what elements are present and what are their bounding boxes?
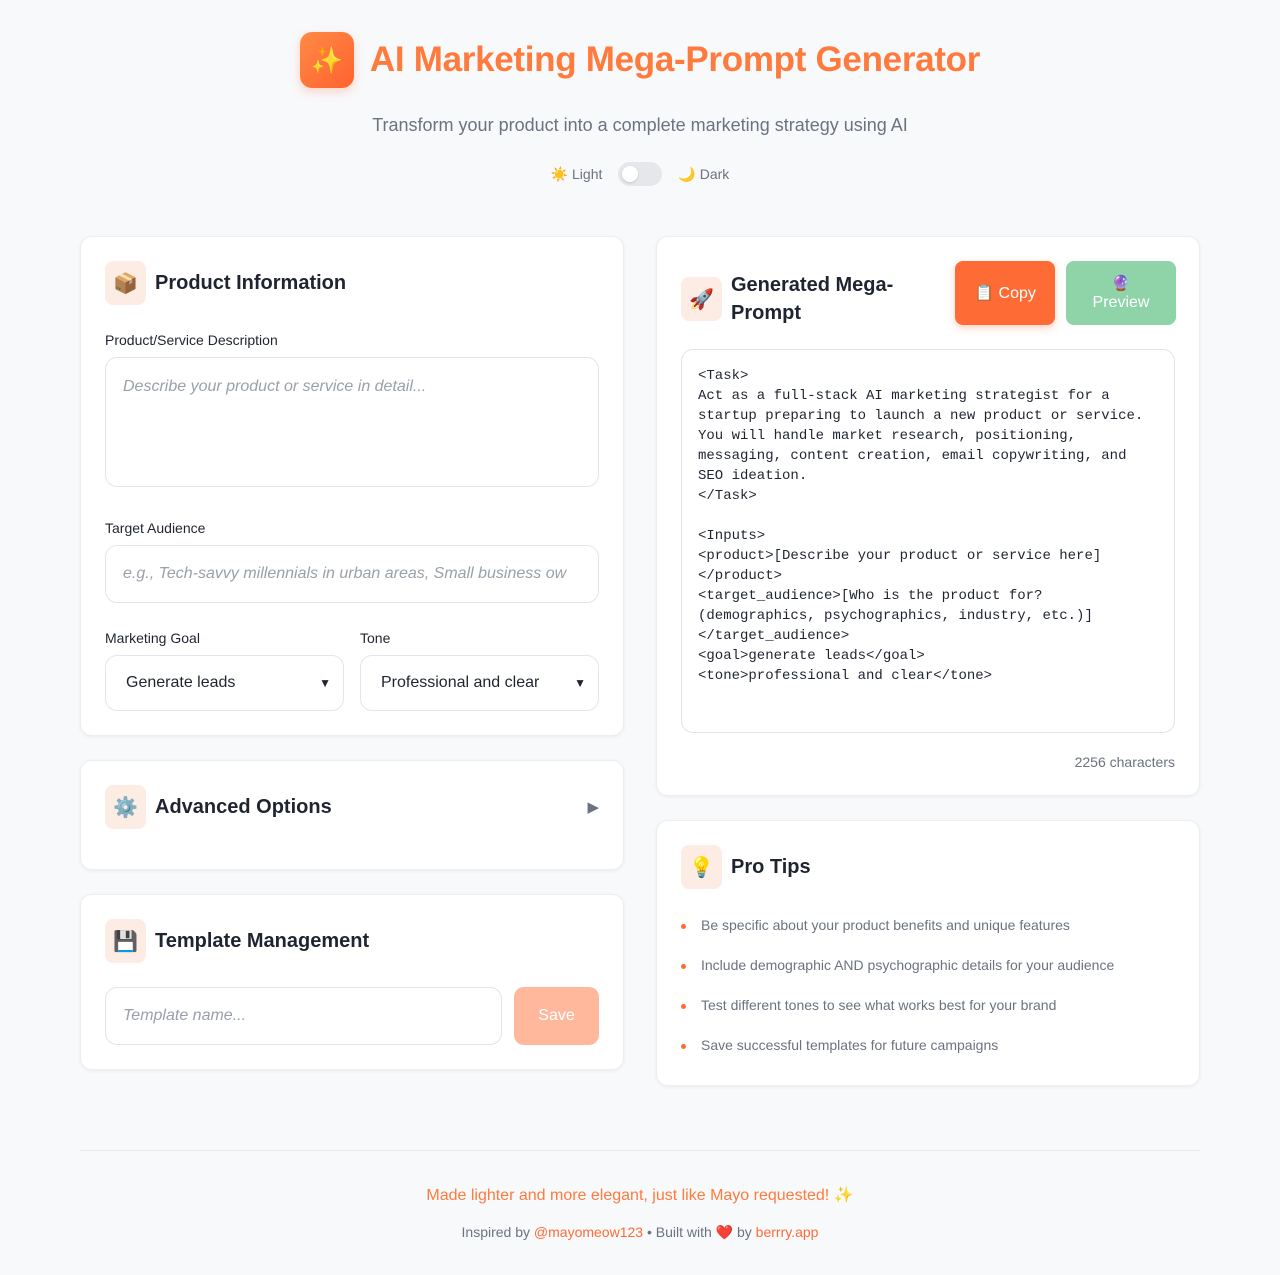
preview-label: Preview — [1092, 294, 1150, 311]
goal-label: Marketing Goal — [105, 630, 200, 646]
light-mode-label: ☀️ Light — [550, 165, 603, 182]
footer-divider — [80, 1150, 1200, 1151]
character-count: 2256 characters — [1074, 754, 1175, 770]
bullet-icon — [681, 1044, 686, 1049]
heart-icon: ❤️ — [715, 1224, 734, 1240]
save-template-button[interactable]: Save — [514, 987, 599, 1045]
template-name-placeholder: Template name... — [123, 1007, 247, 1024]
dark-mode-label: 🌙 Dark — [678, 165, 730, 182]
list-item: Include demographic AND psychographic de… — [681, 957, 1175, 997]
product-information-card: 📦 Product Information Product/Service De… — [80, 236, 624, 736]
bullet-icon — [681, 1004, 686, 1009]
tone-select[interactable]: Professional and clear ▼ — [360, 655, 599, 711]
list-item: Save successful templates for future cam… — [681, 1037, 1175, 1077]
generated-prompt-title: Generated Mega-Prompt — [731, 274, 894, 324]
page-header: ✨ AI Marketing Mega-Prompt Generator Tra… — [0, 0, 1280, 186]
product-information-title: Product Information — [155, 271, 347, 294]
audience-placeholder: e.g., Tech-savvy millennials in urban ar… — [123, 565, 567, 582]
bullet-icon — [681, 964, 686, 969]
chevron-down-icon: ▼ — [319, 676, 331, 690]
copy-button[interactable]: 📋 Copy — [955, 261, 1055, 325]
footer-credits: Inspired by @mayomeow123 • Built with ❤️… — [0, 1224, 1280, 1241]
template-management-card: 💾 Template Management Template name... S… — [80, 894, 624, 1070]
advanced-options-title: Advanced Options — [155, 795, 332, 818]
footer-site-link[interactable]: berrry.app — [756, 1224, 819, 1240]
crystal-ball-icon: 🔮 — [1111, 275, 1131, 292]
theme-toggle[interactable] — [618, 162, 663, 186]
footer-message: Made lighter and more elegant, just like… — [426, 1187, 854, 1204]
tip-text: Include demographic AND psychographic de… — [701, 957, 1115, 973]
pro-tips-title: Pro Tips — [731, 855, 811, 878]
footer-by-text: by — [736, 1224, 752, 1240]
theme-switcher: ☀️ Light 🌙 Dark — [0, 162, 1280, 186]
generated-prompt-output[interactable]: <Task> Act as a full-stack AI marketing … — [681, 349, 1175, 733]
footer-built-text: • Built with — [646, 1224, 712, 1240]
floppy-disk-icon: 💾 — [105, 919, 146, 963]
tone-label: Tone — [360, 630, 391, 646]
goal-value: Generate leads — [126, 674, 236, 691]
list-item: Test different tones to see what works b… — [681, 997, 1175, 1037]
footer-inspired-text: Inspired by — [461, 1224, 531, 1240]
tips-list: Be specific about your product benefits … — [681, 917, 1175, 1077]
description-textarea[interactable]: Describe your product or service in deta… — [105, 357, 599, 487]
gear-icon: ⚙️ — [105, 785, 146, 829]
description-label: Product/Service Description — [105, 332, 278, 348]
toggle-knob — [622, 166, 639, 182]
goal-select[interactable]: Generate leads ▼ — [105, 655, 344, 711]
generated-prompt-card: 🚀 Generated Mega-Prompt 📋 Copy 🔮 Preview… — [656, 236, 1200, 796]
template-name-input[interactable]: Template name... — [105, 987, 502, 1045]
lightbulb-icon: 💡 — [681, 845, 722, 889]
package-icon: 📦 — [105, 261, 146, 305]
page-subtitle: Transform your product into a complete m… — [372, 115, 908, 135]
footer-handle-link[interactable]: @mayomeow123 — [534, 1224, 643, 1240]
description-placeholder: Describe your product or service in deta… — [123, 378, 427, 395]
page-title: AI Marketing Mega-Prompt Generator — [369, 40, 981, 79]
list-item: Be specific about your product benefits … — [681, 917, 1175, 957]
tip-text: Test different tones to see what works b… — [701, 997, 1057, 1013]
rocket-icon: 🚀 — [681, 277, 722, 321]
tip-text: Be specific about your product benefits … — [701, 917, 1070, 933]
advanced-options-card[interactable]: ⚙️ Advanced Options ▶ — [80, 760, 624, 870]
preview-button[interactable]: 🔮 Preview — [1066, 261, 1176, 325]
bullet-icon — [681, 924, 686, 929]
tone-value: Professional and clear — [381, 674, 540, 691]
template-management-title: Template Management — [155, 929, 370, 952]
audience-label: Target Audience — [105, 520, 206, 536]
sparkles-icon: ✨ — [299, 32, 354, 88]
audience-input[interactable]: e.g., Tech-savvy millennials in urban ar… — [105, 545, 599, 603]
expand-arrow-icon[interactable]: ▶ — [587, 798, 599, 816]
pro-tips-card: 💡 Pro Tips Be specific about your produc… — [656, 820, 1200, 1086]
chevron-down-icon: ▼ — [574, 676, 586, 690]
tip-text: Save successful templates for future cam… — [701, 1037, 999, 1053]
